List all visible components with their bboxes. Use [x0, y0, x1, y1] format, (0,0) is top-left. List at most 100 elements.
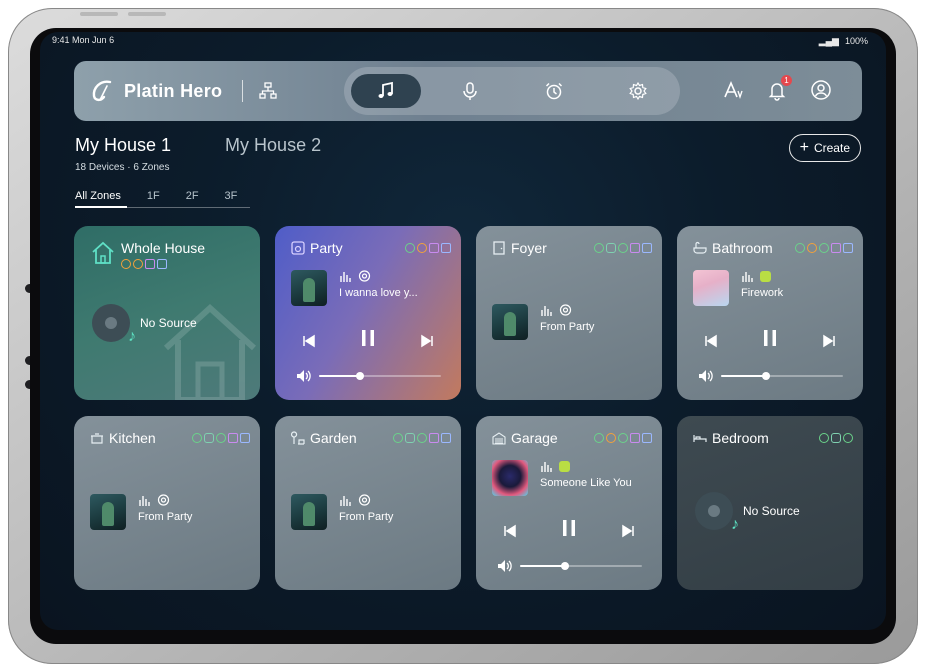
no-source-status: ♪ No Source: [92, 304, 197, 345]
app-screen: 9:41 Mon Jun 6 ▂▄▆ 100% Platin Hero 1 My…: [40, 32, 886, 630]
tab-1f[interactable]: 1F: [147, 190, 160, 202]
volume-icon: [498, 560, 512, 572]
next-icon[interactable]: [620, 523, 636, 539]
zone-card-garden[interactable]: Garden From Party: [275, 416, 461, 590]
volume-control: [697, 368, 843, 384]
airplay-icon: [157, 494, 170, 506]
zone-card-foyer[interactable]: Foyer From Party: [476, 226, 662, 400]
equalizer-icon: [742, 272, 753, 282]
tab-2f[interactable]: 2F: [186, 190, 199, 202]
notification-button[interactable]: 1: [766, 75, 792, 101]
top-button: [80, 12, 118, 16]
feature-icons: [393, 433, 451, 443]
tab-3f[interactable]: 3F: [225, 190, 238, 202]
zone-card-bedroom[interactable]: Bedroom ♪ No Source: [677, 416, 863, 590]
album-art: [90, 494, 126, 530]
feature-icons: [594, 243, 652, 253]
previous-icon[interactable]: [703, 333, 719, 349]
door-icon: [493, 241, 505, 255]
status-time: 9:41: [52, 35, 70, 45]
pause-icon[interactable]: [559, 518, 579, 538]
volume-slider[interactable]: [520, 562, 642, 570]
account-icon[interactable]: [810, 79, 832, 101]
create-button[interactable]: + Create: [788, 134, 861, 162]
plus-icon: +: [799, 139, 809, 156]
zone-status: No Source: [140, 316, 197, 330]
logo-mark-icon: [92, 80, 112, 102]
zone-status: From Party: [540, 321, 595, 333]
house-summary: 18 Devices · 6 Zones: [75, 162, 170, 173]
volume-control: [295, 368, 441, 384]
music-service-icon: [559, 461, 570, 472]
zone-tab-indicator: [75, 206, 127, 208]
feature-icons: [121, 259, 205, 269]
tab-voice[interactable]: [435, 74, 505, 108]
no-source-status: ♪ No Source: [695, 492, 800, 533]
pause-icon[interactable]: [760, 328, 780, 348]
next-icon[interactable]: [419, 333, 435, 349]
header-actions: 1: [722, 75, 832, 101]
network-topology-icon[interactable]: [259, 82, 277, 100]
now-playing: Firework: [741, 270, 783, 299]
equalizer-icon: [541, 306, 552, 316]
gear-icon: [629, 81, 647, 101]
status-bar: 9:41 Mon Jun 6 ▂▄▆ 100%: [52, 35, 868, 47]
top-bar: Platin Hero 1: [74, 61, 862, 121]
volume-slider[interactable]: [319, 372, 441, 380]
volume-knob[interactable]: [762, 372, 771, 380]
battery-text: 100%: [844, 36, 868, 46]
zone-name: Bathroom: [712, 240, 773, 256]
tab-alarm[interactable]: [519, 74, 589, 108]
volume-icon: [699, 370, 713, 382]
zone-card-whole-house[interactable]: Whole House ♪ No Source: [74, 226, 260, 400]
now-playing: From Party: [138, 494, 192, 523]
house-tab-active[interactable]: My House 1: [75, 135, 171, 156]
zone-card-party[interactable]: Party I wanna love y...: [275, 226, 461, 400]
equalizer-icon: [541, 462, 552, 472]
signal-icon: ▂▄▆: [818, 35, 839, 46]
feature-icons: [795, 243, 853, 253]
album-art: [291, 270, 327, 306]
alarm-clock-icon: [545, 82, 563, 100]
volume-control: [496, 558, 642, 574]
volume-knob[interactable]: [561, 562, 570, 570]
feature-icons: [192, 433, 250, 443]
previous-icon[interactable]: [502, 523, 518, 539]
tab-all-zones[interactable]: All Zones: [75, 190, 121, 202]
volume-icon: [297, 370, 311, 382]
album-art: [492, 460, 528, 496]
zone-name: Bedroom: [712, 430, 769, 446]
playback-controls: [301, 328, 435, 353]
zone-card-garage[interactable]: Garage Someone Like You: [476, 416, 662, 590]
house-tab-inactive[interactable]: My House 2: [225, 135, 321, 156]
zone-card-bathroom[interactable]: Bathroom Firework: [677, 226, 863, 400]
text-size-icon[interactable]: [722, 79, 744, 101]
zone-tabs: All Zones 1F 2F 3F: [75, 190, 237, 202]
zone-name: Foyer: [511, 240, 547, 256]
speaker-group-icon: [291, 241, 305, 255]
cooking-pot-icon: [91, 433, 103, 444]
feature-icons: [594, 433, 652, 443]
top-button: [128, 12, 166, 16]
zone-card-kitchen[interactable]: Kitchen From Party: [74, 416, 260, 590]
disc-icon: ♪: [92, 304, 136, 345]
zone-status: From Party: [138, 511, 193, 523]
album-art: [291, 494, 327, 530]
tab-settings[interactable]: [603, 74, 673, 108]
airplay-icon: [358, 270, 371, 282]
tab-music[interactable]: [351, 74, 421, 108]
track-title: I wanna love y...: [339, 287, 418, 299]
volume-slider[interactable]: [721, 372, 843, 380]
track-title: Someone Like You: [540, 477, 632, 489]
album-art: [693, 270, 729, 306]
zone-name: Party: [310, 240, 343, 256]
pause-icon[interactable]: [358, 328, 378, 348]
zone-name: Garden: [310, 430, 357, 446]
equalizer-icon: [340, 496, 351, 506]
next-icon[interactable]: [821, 333, 837, 349]
feature-icons: [405, 243, 451, 253]
volume-knob[interactable]: [356, 372, 365, 380]
feature-icons: [819, 433, 853, 443]
previous-icon[interactable]: [301, 333, 317, 349]
status-date: Mon Jun 6: [72, 35, 115, 45]
